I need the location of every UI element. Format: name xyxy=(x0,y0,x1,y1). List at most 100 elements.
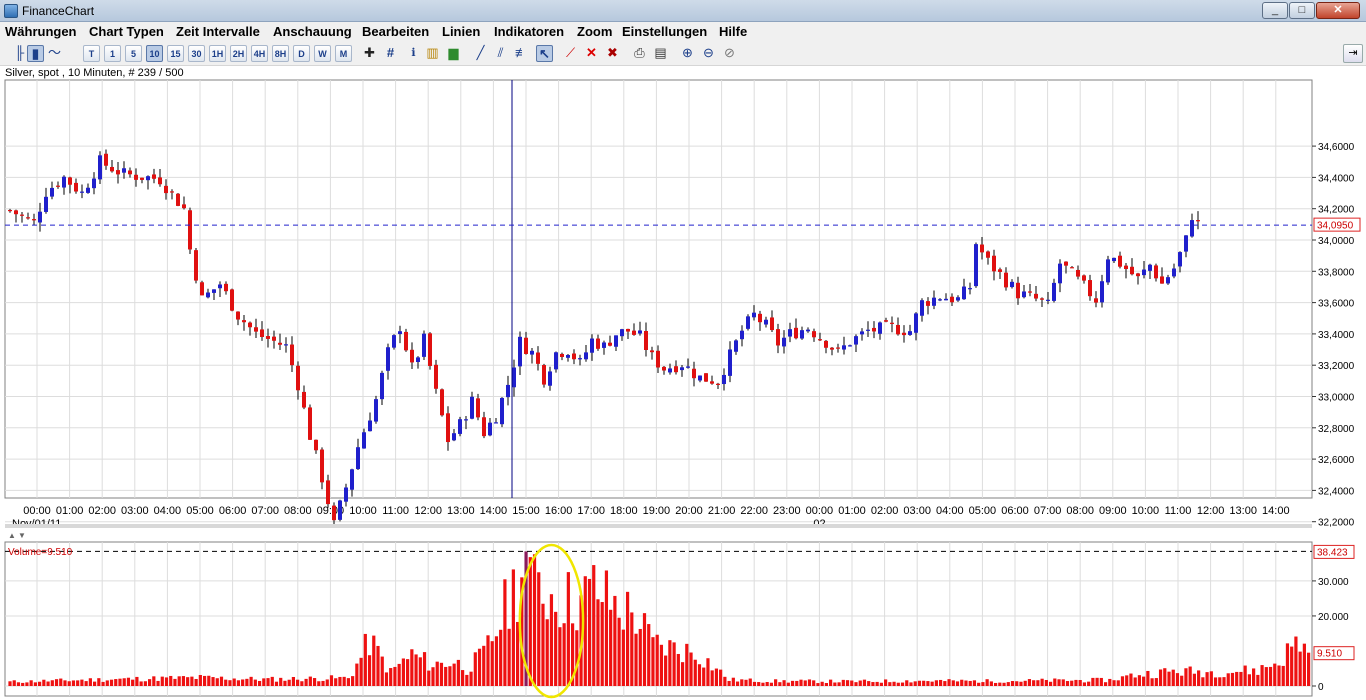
candle-body xyxy=(1118,255,1122,267)
pin-icon[interactable]: ⇥ xyxy=(1343,44,1363,63)
interval-8h-button[interactable]: 8H xyxy=(272,45,289,62)
volume-bar xyxy=(1277,665,1281,686)
volume-bar xyxy=(854,682,858,686)
candle-body xyxy=(656,350,660,368)
volume-bar xyxy=(892,681,896,686)
interval-1-button[interactable]: 1 xyxy=(104,45,121,62)
volume-bar xyxy=(731,677,735,686)
volume-bar xyxy=(511,569,515,686)
print-preview-icon[interactable]: ▤ xyxy=(652,45,669,62)
draw-line-icon[interactable]: ╱ xyxy=(472,45,489,62)
menu-zoom[interactable]: Zoom xyxy=(577,24,612,39)
menu-hilfe[interactable]: Hilfe xyxy=(719,24,747,39)
interval-10-button[interactable]: 10 xyxy=(146,45,163,62)
volume-bar xyxy=(774,679,778,686)
zoom-in-icon[interactable]: ⊕ xyxy=(679,45,696,62)
candle-body xyxy=(248,322,252,328)
candle-body xyxy=(1028,291,1032,293)
volume-bar xyxy=(672,642,676,686)
indicator-bars-icon[interactable]: ▆ xyxy=(445,45,462,62)
menu-zeit-intervalle[interactable]: Zeit Intervalle xyxy=(176,24,260,39)
time-tick-label: 03:00 xyxy=(903,505,931,517)
volume-bar xyxy=(833,682,837,686)
splitter-down-icon[interactable]: ▼ xyxy=(18,531,26,540)
interval-m-button[interactable]: M xyxy=(335,45,352,62)
candle-body xyxy=(782,337,786,347)
volume-bar xyxy=(376,645,380,686)
menu-einstellungen[interactable]: Einstellungen xyxy=(622,24,707,39)
volume-bar xyxy=(613,595,617,686)
info-icon[interactable]: ℹ xyxy=(405,45,422,62)
chart-area[interactable]: 34,6000 34,4000 34,2000 34,0000 33,8000 33,60… xyxy=(0,66,1366,700)
volume-bar xyxy=(465,674,469,686)
interval-1h-button[interactable]: 1H xyxy=(209,45,226,62)
delete-all-icon[interactable]: ✖ xyxy=(604,45,621,62)
volume-bar xyxy=(896,682,900,686)
candle-body xyxy=(830,347,834,350)
maximize-button[interactable]: □ xyxy=(1289,2,1315,19)
candle-body xyxy=(1022,291,1026,298)
volume-bar xyxy=(46,681,50,686)
candle-body xyxy=(1082,275,1086,281)
volume-bar xyxy=(401,658,405,686)
volume-bar xyxy=(583,576,587,686)
delete-line-icon[interactable]: ⟋ xyxy=(562,45,579,62)
interval-30-button[interactable]: 30 xyxy=(188,45,205,62)
interval-t-button[interactable]: T xyxy=(83,45,100,62)
print-icon[interactable]: ⎙ xyxy=(631,45,648,62)
zoom-reset-icon[interactable]: ⊘ xyxy=(721,45,738,62)
delete-icon[interactable]: ✕ xyxy=(583,45,600,62)
panel-splitter[interactable] xyxy=(5,524,1312,528)
crosshair-icon[interactable]: ✚ xyxy=(361,45,378,62)
zoom-out-icon[interactable]: ⊖ xyxy=(700,45,717,62)
line-chart-icon[interactable]: 〜 xyxy=(46,45,63,62)
volume-bar xyxy=(97,678,101,686)
menu-linien[interactable]: Linien xyxy=(442,24,480,39)
volume-current-label: 9.510 xyxy=(1317,649,1342,660)
select-icon[interactable]: ↖ xyxy=(536,45,553,62)
interval-5-button[interactable]: 5 xyxy=(125,45,142,62)
menu-anschauung[interactable]: Anschauung xyxy=(273,24,352,39)
time-tick-label: 17:00 xyxy=(577,505,605,517)
volume-bar xyxy=(1290,646,1294,686)
volume-bar xyxy=(981,682,985,686)
candle-body xyxy=(680,367,684,371)
volume-bar xyxy=(638,628,642,686)
menu-bearbeiten[interactable]: Bearbeiten xyxy=(362,24,429,39)
candle-body xyxy=(74,182,78,192)
menu-chart-typen[interactable]: Chart Typen xyxy=(89,24,164,39)
volume-bar xyxy=(1103,682,1108,686)
bar-chart-icon[interactable]: ╟ xyxy=(11,45,28,62)
volume-bar xyxy=(634,633,638,686)
grid-icon[interactable]: # xyxy=(382,45,399,62)
candlestick-icon[interactable]: ▮ xyxy=(27,45,44,62)
volume-bar xyxy=(693,659,697,686)
interval-d-button[interactable]: D xyxy=(293,45,310,62)
minimize-button[interactable]: _ xyxy=(1262,2,1288,19)
time-tick-label: 11:00 xyxy=(1165,505,1192,517)
draw-fibonacci-icon[interactable]: ≢ xyxy=(513,45,530,62)
volume-bar xyxy=(1040,678,1044,686)
interval-w-button[interactable]: W xyxy=(314,45,331,62)
close-button[interactable]: ✕ xyxy=(1316,2,1360,19)
volume-bar xyxy=(456,659,460,686)
volume-bars-icon[interactable]: ▥ xyxy=(424,45,441,62)
interval-4h-button[interactable]: 4H xyxy=(251,45,268,62)
volume-bar xyxy=(1264,667,1268,686)
draw-channel-icon[interactable]: ⫽ xyxy=(492,45,509,62)
candle-body xyxy=(86,187,90,193)
interval-15-button[interactable]: 15 xyxy=(167,45,184,62)
menu-indikatoren[interactable]: Indikatoren xyxy=(494,24,564,39)
menu-waehrungen[interactable]: Währungen xyxy=(5,24,77,39)
volume-bar xyxy=(507,628,511,686)
volume-bar xyxy=(105,680,109,686)
candle-body xyxy=(872,327,876,332)
candle-body xyxy=(332,505,336,521)
volume-tick-label: 30.000 xyxy=(1318,577,1349,588)
splitter-up-icon[interactable]: ▲ xyxy=(8,531,16,540)
candle-body xyxy=(80,191,84,193)
volume-bar xyxy=(486,635,490,686)
volume-bar xyxy=(367,655,372,686)
volume-bar xyxy=(744,679,748,686)
interval-2h-button[interactable]: 2H xyxy=(230,45,247,62)
